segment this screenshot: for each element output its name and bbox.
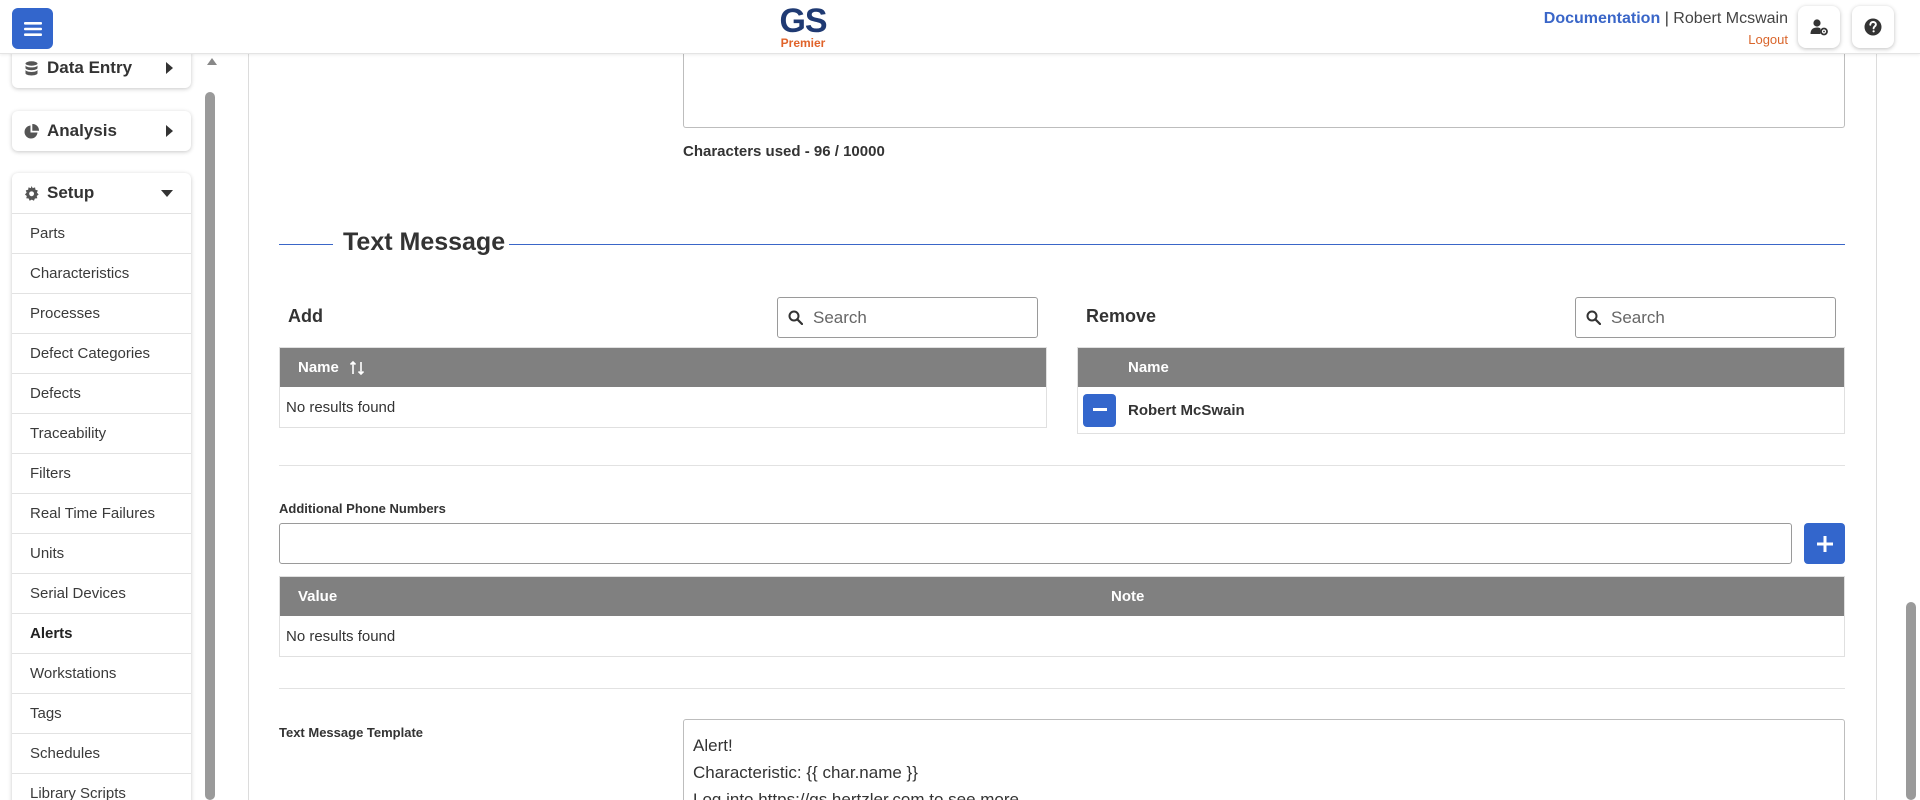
user-name: Robert Mcswain (1673, 10, 1788, 27)
caret-right-icon (166, 125, 173, 137)
section-title: Text Message (343, 228, 506, 256)
remove-recipient-button[interactable] (1083, 393, 1116, 427)
sidebar-item-units[interactable]: Units (12, 533, 191, 573)
user-area: Documentation | Robert Mcswain Logout (1544, 10, 1788, 47)
sidebar-item-workstations[interactable]: Workstations (12, 653, 191, 693)
empty-message: No results found (286, 398, 396, 416)
sidebar-item-serial-devices[interactable]: Serial Devices (12, 573, 191, 613)
text-template-textarea[interactable]: Alert! Characteristic: {{ char.name }} L… (683, 719, 1845, 800)
sidebar-item-tags[interactable]: Tags (12, 693, 191, 733)
page-scrollbar-thumb[interactable] (1906, 602, 1916, 800)
sidebar-item-characteristics[interactable]: Characteristics (12, 253, 191, 293)
sidebar-item-filters[interactable]: Filters (12, 453, 191, 493)
sidebar-item-processes[interactable]: Processes (12, 293, 191, 333)
template-line: Log into https://gs.hertzler.com to see … (693, 790, 1019, 800)
remove-panel-label: Remove (1086, 306, 1157, 326)
characters-used-counter: Characters used - 96 / 10000 (683, 143, 885, 160)
help-button[interactable] (1852, 6, 1894, 48)
content-divider-left (248, 54, 249, 800)
setup-menu-list: Parts Characteristics Processes Defect Cate… (12, 213, 191, 800)
logo-sub-text: Premier (780, 36, 826, 50)
add-search-input[interactable] (813, 307, 1013, 328)
phone-grid-empty-row: No results found (280, 616, 1844, 656)
column-header-name[interactable]: Name (1128, 359, 1169, 376)
add-search-box[interactable] (777, 297, 1038, 338)
divider (279, 688, 1845, 689)
minus-icon (1092, 408, 1107, 411)
add-panel-label: Add (288, 306, 323, 326)
section-divider-line (509, 244, 1845, 245)
sidebar-section-analysis[interactable]: Analysis (12, 111, 191, 151)
menu-toggle-button[interactable] (12, 8, 53, 49)
sidebar-scroll-up-arrow[interactable] (207, 58, 217, 65)
email-template-textarea[interactable] (683, 48, 1845, 128)
database-icon (25, 60, 38, 75)
phone-numbers-grid: Value Note No results found (279, 576, 1845, 657)
app-logo[interactable]: GS Premier (776, 2, 830, 49)
sidebar-item-defects[interactable]: Defects (12, 373, 191, 413)
sidebar-item-parts[interactable]: Parts (12, 213, 191, 253)
sidebar-item-defect-categories[interactable]: Defect Categories (12, 333, 191, 373)
sidebar-section-header[interactable]: Analysis (12, 111, 191, 151)
additional-phone-label: Additional Phone Numbers (279, 501, 446, 516)
sidebar-section-setup[interactable]: Setup Parts Characteristics Processes Defec… (12, 173, 191, 800)
logo-main-text: GS (779, 2, 827, 40)
text-message-section-header: Text Message (279, 226, 1845, 262)
gear-icon (24, 185, 39, 201)
remove-search-input[interactable] (1611, 307, 1811, 328)
sidebar-item-schedules[interactable]: Schedules (12, 733, 191, 773)
divider (279, 465, 1845, 466)
sidebar-section-data-entry[interactable]: Data Entry (12, 48, 191, 88)
text-template-label: Text Message Template (279, 725, 424, 740)
sidebar-item-alerts[interactable]: Alerts (12, 613, 191, 653)
remove-search-box[interactable] (1575, 297, 1836, 338)
user-gear-icon (1810, 19, 1828, 36)
table-row: Robert McSwain (1078, 387, 1844, 433)
question-circle-icon (1864, 18, 1882, 36)
logout-link[interactable]: Logout (1544, 32, 1788, 47)
sidebar-section-label: Analysis (47, 121, 117, 140)
caret-down-icon (161, 190, 173, 197)
search-icon (1586, 310, 1601, 325)
sidebar-section-label: Data Entry (47, 58, 133, 77)
additional-phone-input[interactable] (279, 523, 1792, 564)
add-grid-empty-row: No results found (280, 387, 1046, 427)
caret-right-icon (166, 62, 173, 74)
hamburger-icon (23, 21, 42, 36)
documentation-link[interactable]: Documentation (1544, 10, 1660, 27)
column-header-name[interactable]: Name (298, 359, 339, 376)
phone-grid-header: Value Note (280, 577, 1844, 616)
remove-grid: Name Robert McSwain (1077, 347, 1845, 434)
column-header-note[interactable]: Note (1111, 588, 1144, 605)
sidebar-section-label: Setup (47, 183, 95, 202)
template-line: Characteristic: {{ char.name }} (693, 763, 918, 782)
section-divider-line (279, 244, 333, 245)
sidebar-section-header[interactable]: Setup (12, 173, 191, 213)
recipient-name: Robert McSwain (1128, 401, 1245, 419)
empty-message: No results found (286, 627, 396, 645)
sidebar-item-traceability[interactable]: Traceability (12, 413, 191, 453)
header-separator: | (1664, 10, 1669, 27)
template-line: Alert! (693, 736, 733, 755)
sidebar-section-header[interactable]: Data Entry (12, 48, 191, 88)
sidebar-item-library-scripts[interactable]: Library Scripts (12, 773, 191, 800)
sidebar-scrollbar-thumb[interactable] (205, 92, 215, 800)
sidebar: Data Entry Analysis Setup Parts Character… (0, 48, 200, 800)
search-icon (788, 310, 803, 325)
sidebar-item-real-time-failures[interactable]: Real Time Failures (12, 493, 191, 533)
add-phone-button[interactable] (1804, 523, 1845, 564)
remove-grid-header: Name (1078, 348, 1844, 387)
add-grid-header: Name (280, 348, 1046, 387)
column-header-value[interactable]: Value (298, 588, 337, 605)
plus-icon (1816, 535, 1833, 552)
user-settings-button[interactable] (1798, 6, 1840, 48)
add-grid: Name No results found (279, 347, 1047, 428)
pie-chart-icon (24, 123, 39, 138)
sort-icon[interactable] (349, 360, 365, 376)
content-divider-right (1876, 54, 1877, 800)
top-bar: GS Premier Documentation | Robert Mcswai… (0, 0, 1920, 54)
